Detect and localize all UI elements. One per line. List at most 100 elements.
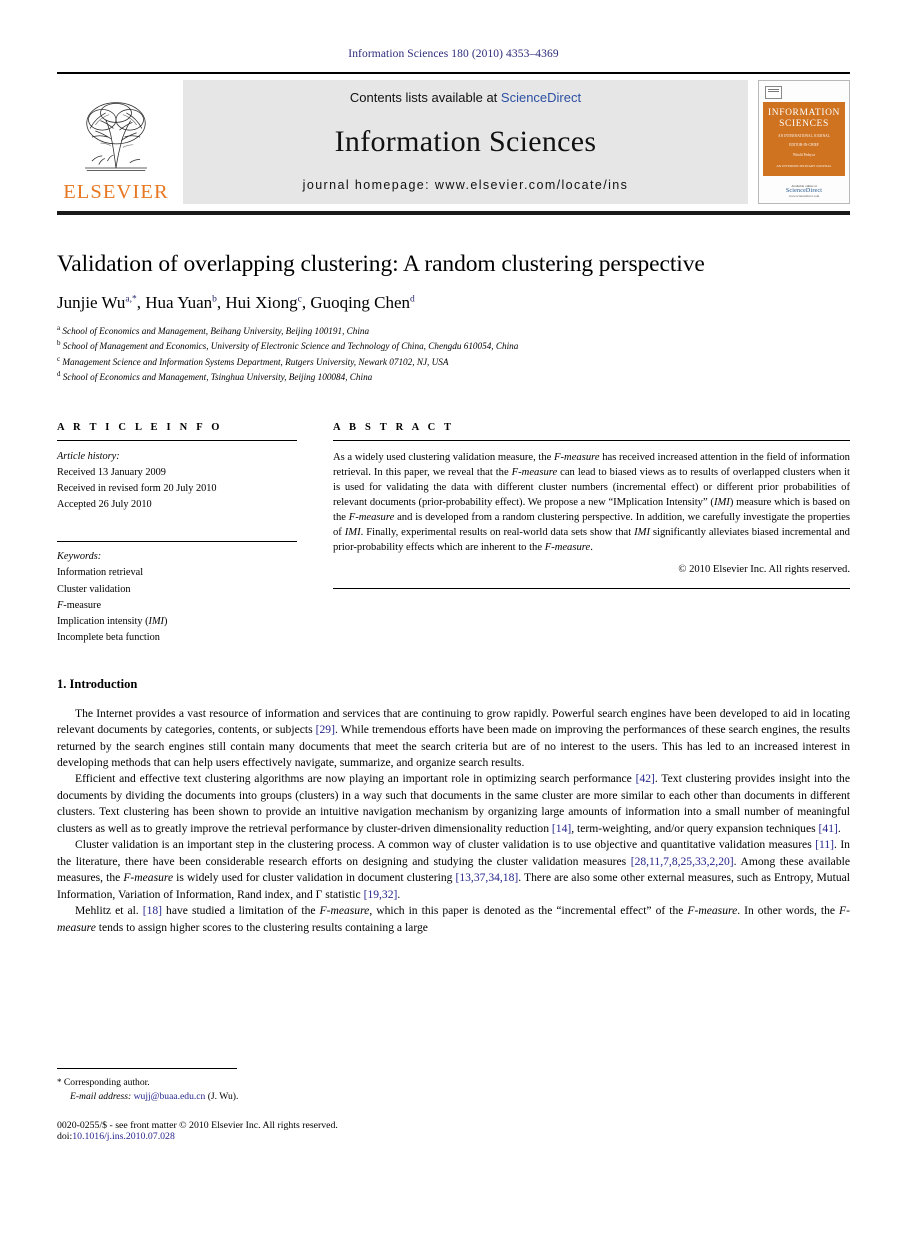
affiliation-item: a School of Economics and Management, Be… [57, 323, 850, 338]
abstract-column: A B S T R A C T As a widely used cluster… [333, 422, 850, 646]
citation-ref[interactable]: [41] [819, 822, 838, 835]
running-head: Information Sciences 180 (2010) 4353–436… [348, 48, 559, 60]
citation-ref[interactable]: [18] [143, 904, 162, 917]
cover-subtitle-4: AN INTERDISCIPLINARY JOURNAL [776, 164, 832, 169]
cover-subtitle-3: Witold Pedrycz [792, 152, 816, 157]
abstract-rule [333, 440, 850, 442]
corresponding-author-marker: * [57, 1077, 62, 1087]
paper-page: Information Sciences 180 (2010) 4353–436… [0, 0, 907, 1238]
elsevier-logo-block: ELSEVIER [57, 80, 175, 204]
author-name: Guoqing Chen [310, 293, 411, 313]
history-item: Accepted 26 July 2010 [57, 499, 152, 511]
author-marks: a,* [125, 294, 137, 305]
doi-line: doi:10.1016/j.ins.2010.07.028 [57, 1131, 338, 1142]
keyword-item: Implication intensity (IMI) [57, 616, 168, 628]
elsevier-tree-icon [85, 101, 147, 171]
abstract-bottom-rule [333, 588, 850, 590]
affiliation-item: b School of Management and Economics, Un… [57, 338, 850, 353]
history-item: Received in revised form 20 July 2010 [57, 483, 217, 495]
citation-ref[interactable]: [11] [815, 838, 834, 851]
journal-title: Information Sciences [334, 124, 597, 158]
author-entry: Hua Yuanb [145, 293, 217, 312]
cover-title-line2: SCIENCES [779, 118, 829, 129]
masthead-top-rule [57, 72, 850, 74]
citation-ref[interactable]: [28,11,7,8,25,33,2,20] [631, 855, 734, 868]
cover-subtitle-1: AN INTERNATIONAL JOURNAL [778, 133, 830, 138]
citation-ref[interactable]: [29] [316, 723, 335, 736]
author-sep: , [136, 293, 146, 313]
affiliation-mark: d [57, 369, 61, 378]
corresponding-author-note: * Corresponding author. [57, 1076, 557, 1090]
abstract-heading: A B S T R A C T [333, 422, 455, 434]
citation-ref[interactable]: [13,37,34,18] [455, 871, 518, 884]
keyword-item: Incomplete beta function [57, 632, 160, 644]
article-info-column: A R T I C L E I N F O Article history: R… [57, 422, 297, 646]
affiliation-list: a School of Economics and Management, Be… [57, 323, 850, 384]
doi-label: doi: [57, 1131, 73, 1142]
author-list: Junjie Wua,*, Hua Yuanb, Hui Xiongc, Guo… [57, 293, 850, 313]
affiliation-text: School of Management and Economics, Univ… [62, 341, 519, 352]
body-paragraph: Cluster validation is an important step … [57, 838, 850, 901]
keyword-item: F-measure [57, 599, 102, 611]
affiliation-mark: b [57, 339, 61, 348]
email-link[interactable]: wujj@buaa.edu.cn [134, 1091, 206, 1102]
cover-footer: Available online at ScienceDirect www.sc… [786, 184, 822, 200]
affiliation-text: School of Economics and Management, Beih… [62, 326, 370, 337]
journal-cover-thumbnail: INFORMATION SCIENCES AN INTERNATIONAL JO… [758, 80, 850, 204]
journal-banner: Contents lists available at ScienceDirec… [183, 80, 748, 204]
body-paragraph: Efficient and effective text clustering … [57, 772, 850, 835]
keywords-block: Keywords: Information retrieval Cluster … [57, 541, 297, 647]
corresponding-author-label: Corresponding author. [63, 1077, 150, 1088]
cover-elsevier-icon [765, 86, 782, 99]
history-item: Received 13 January 2009 [57, 467, 166, 479]
author-entry: Hui Xiongc [225, 293, 301, 312]
copyright-line: © 2010 Elsevier Inc. All rights reserved… [678, 564, 850, 576]
publisher-meta: 0020-0255/$ - see front matter © 2010 El… [57, 1120, 338, 1142]
contents-available-line: Contents lists available at ScienceDirec… [350, 90, 581, 105]
author-name: Hua Yuan [145, 293, 213, 313]
affiliation-text: Management Science and Information Syste… [62, 356, 449, 367]
elsevier-wordmark: ELSEVIER [63, 180, 169, 203]
citation-ref[interactable]: [19,32] [364, 888, 398, 901]
affiliation-text: School of Economics and Management, Tsin… [62, 372, 373, 383]
author-name: Hui Xiong [225, 293, 298, 313]
contents-prefix-text: Contents lists available at [349, 90, 501, 105]
masthead-row: ELSEVIER Contents lists available at Sci… [57, 80, 850, 204]
keywords-list: Keywords: Information retrieval Cluster … [57, 549, 297, 647]
email-label: E-mail address: [70, 1091, 132, 1103]
email-owner: (J. Wu). [207, 1091, 239, 1103]
keyword-item: Information retrieval [57, 567, 144, 579]
info-abstract-row: A R T I C L E I N F O Article history: R… [57, 422, 850, 646]
body-paragraph: Mehlitz et al. [18] have studied a limit… [57, 904, 850, 934]
author-entry: Junjie Wua,* [57, 293, 137, 312]
keywords-rule [57, 541, 297, 543]
article-history-label: Article history: [57, 451, 120, 463]
journal-homepage-link[interactable]: journal homepage: www.elsevier.com/locat… [303, 178, 629, 192]
issn-line: 0020-0255/$ - see front matter © 2010 El… [57, 1120, 338, 1131]
affiliation-item: c Management Science and Information Sys… [57, 354, 850, 369]
article-info-heading: A R T I C L E I N F O [57, 422, 223, 434]
cover-title-line1: INFORMATION [767, 108, 841, 118]
footnote-rule [57, 1068, 237, 1069]
cover-orange-panel: INFORMATION SCIENCES AN INTERNATIONAL JO… [763, 102, 845, 177]
body-paragraph: The Internet provides a vast resource of… [57, 706, 850, 770]
cover-subtitle-2: EDITOR-IN-CHIEF [789, 143, 819, 148]
keywords-label: Keywords: [57, 551, 102, 563]
doi-value[interactable]: 10.1016/j.ins.2010.07.028 [72, 1131, 175, 1142]
author-marks: d [410, 294, 415, 305]
page-title: Validation of overlapping clustering: A … [57, 251, 705, 277]
affiliation-mark: a [57, 324, 61, 333]
author-name: Junjie Wu [57, 293, 126, 313]
footnote-block: * Corresponding author. E-mail address: … [57, 1076, 557, 1105]
author-entry: Guoqing Chend [310, 293, 414, 312]
section-heading-introduction: 1. Introduction [57, 676, 138, 691]
sciencedirect-link[interactable]: ScienceDirect [501, 90, 581, 105]
affiliation-item: d School of Economics and Management, Ts… [57, 369, 850, 384]
masthead-bottom-rule [57, 211, 850, 215]
email-note: E-mail address: wujj@buaa.edu.cn (J. Wu)… [57, 1090, 557, 1104]
citation-ref[interactable]: [14] [552, 822, 571, 835]
citation-ref[interactable]: [42] [636, 772, 655, 785]
article-info-rule [57, 440, 297, 442]
body-area: 1. Introduction The Internet provides a … [57, 677, 850, 936]
title-area: Validation of overlapping clustering: A … [57, 251, 850, 384]
